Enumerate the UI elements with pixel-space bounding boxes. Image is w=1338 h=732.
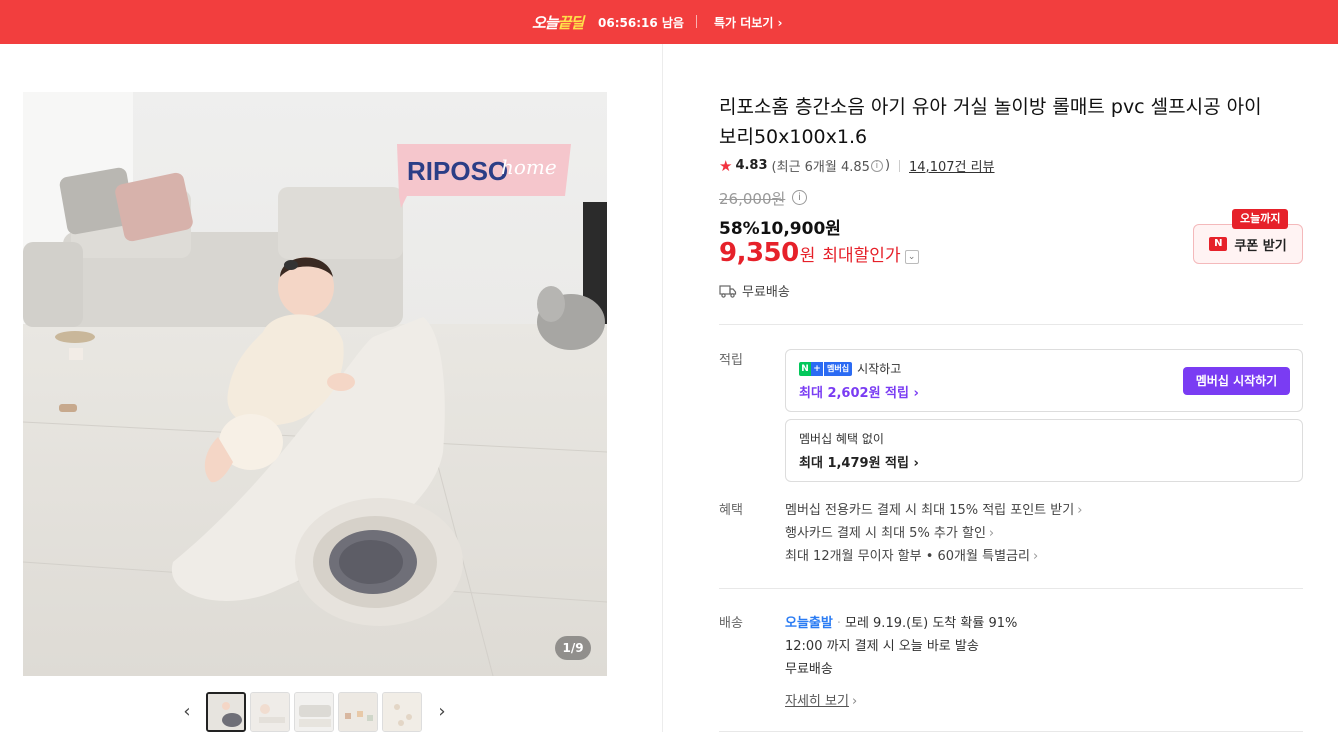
star-icon: ★ <box>719 156 733 175</box>
product-photo: RIPOSO home <box>23 92 607 676</box>
deal-logo: 오늘끝딜 <box>532 12 585 33</box>
discount-sale-price: 58%10,900원 <box>719 219 841 239</box>
deal-countdown: 06:56:16 남음 <box>598 16 684 30</box>
delivery-fee: 무료배송 <box>785 662 833 677</box>
original-price: 26,000원 <box>719 190 786 208</box>
more-deals-link[interactable]: 특가 더보기 › <box>714 14 783 31</box>
review-count-link[interactable]: 14,107건 리뷰 <box>909 156 995 175</box>
thumbnail-1[interactable] <box>206 692 246 732</box>
delivery-section-label: 배송 <box>719 616 743 631</box>
deal-logo-main: 오늘 <box>532 14 559 32</box>
membership-points-box: N + 멤버십 시작하고 최대 2,602원 적립 › 멤버십 시작하기 <box>785 349 1303 412</box>
basic-points-amount[interactable]: 최대 1,479원 적립 › <box>799 452 919 471</box>
thumbnail-5[interactable] <box>382 692 422 732</box>
benefit-item[interactable]: 행사카드 결제 시 최대 5% 추가 할인 › <box>785 522 994 541</box>
thumbnail-3[interactable] <box>294 692 334 732</box>
benefit-item[interactable]: 최대 12개월 무이자 할부 • 60개월 특별금리 › <box>785 545 1038 564</box>
max-discount-label: 최대할인가 <box>822 246 901 266</box>
coupon-today-tag: 오늘까지 <box>1232 209 1289 229</box>
arrival-estimate: 모레 9.19.(토) 도착 확률 91% <box>844 616 1018 631</box>
basic-points-box: 멤버십 혜택 없이 최대 1,479원 적립 › <box>785 419 1303 482</box>
rating-score: 4.83 <box>735 158 768 173</box>
svg-text:RIPOSO: RIPOSO <box>407 156 508 186</box>
divider-line <box>719 324 1303 325</box>
coupon-label: 쿠폰 받기 <box>1234 238 1287 254</box>
max-price-number: 9,350 <box>719 238 799 268</box>
benefit-item[interactable]: 멤버십 전용카드 결제 시 최대 15% 적립 포인트 받기 › <box>785 499 1082 518</box>
no-membership-intro: 멤버십 혜택 없이 <box>799 432 884 446</box>
thumbnail-2[interactable] <box>250 692 290 732</box>
benefits-section-label: 혜택 <box>719 503 743 518</box>
express-label: 오늘출발 <box>785 616 833 631</box>
svg-text:home: home <box>501 155 557 179</box>
chevron-down-icon[interactable]: ⌄ <box>904 250 919 264</box>
coupon-download-button[interactable]: N 쿠폰 받기 <box>1193 224 1303 264</box>
rating-recent: (최근 6개월 4.85 <box>771 160 870 175</box>
delivery-detail-link[interactable]: 자세히 보기 › <box>785 690 857 709</box>
top-deal-banner: 오늘끝딜 06:56:16 남음 특가 더보기 › <box>0 0 1338 44</box>
free-shipping-label: 무료배송 <box>742 285 790 300</box>
thumbnail-4[interactable] <box>338 692 378 732</box>
n-coupon-icon: N <box>1209 237 1228 251</box>
divider-line <box>719 588 1303 589</box>
thumb-next-arrow[interactable]: › <box>432 700 452 724</box>
free-shipping: 무료배송 <box>719 281 790 300</box>
membership-points-amount[interactable]: 최대 2,602원 적립 › <box>799 382 919 401</box>
deal-logo-accent: 끝딜 <box>557 14 585 32</box>
delivery-cutoff: 12:00 까지 결제 시 오늘 바로 발송 <box>785 639 979 654</box>
image-counter: 1/9 <box>555 636 591 660</box>
naver-plus-membership-icon: N + 멤버십 <box>799 361 853 376</box>
main-product-image[interactable]: RIPOSO home 1/9 <box>23 92 607 676</box>
membership-intro: N + 멤버십 시작하고 <box>799 360 901 377</box>
delivery-arrival: 오늘출발 · 모레 9.19.(토) 도착 확률 91% <box>785 616 1018 631</box>
product-title: 리포소홈 층간소음 아기 유아 거실 놀이방 롤매트 pvc 셀프시공 아이보리… <box>719 96 1262 148</box>
rating-recent-close: ) <box>884 158 891 173</box>
points-section-label: 적립 <box>719 353 743 368</box>
membership-intro-text: 시작하고 <box>857 362 902 376</box>
rating-row: ★ 4.83 (최근 6개월 4.85 i ) 14,107건 리뷰 <box>719 156 995 176</box>
banner-divider <box>696 15 697 28</box>
max-price-unit: 원 <box>799 246 816 266</box>
info-icon[interactable]: i <box>870 159 883 172</box>
start-membership-button[interactable]: 멤버십 시작하기 <box>1183 367 1290 395</box>
column-divider <box>662 44 663 732</box>
truck-icon <box>719 284 737 298</box>
max-discount-price[interactable]: 9,350 원 최대할인가 ⌄ <box>719 238 919 268</box>
rating-divider <box>899 159 901 172</box>
thumb-prev-arrow[interactable]: ‹ <box>177 700 197 724</box>
price-info-icon[interactable]: i <box>792 190 807 205</box>
